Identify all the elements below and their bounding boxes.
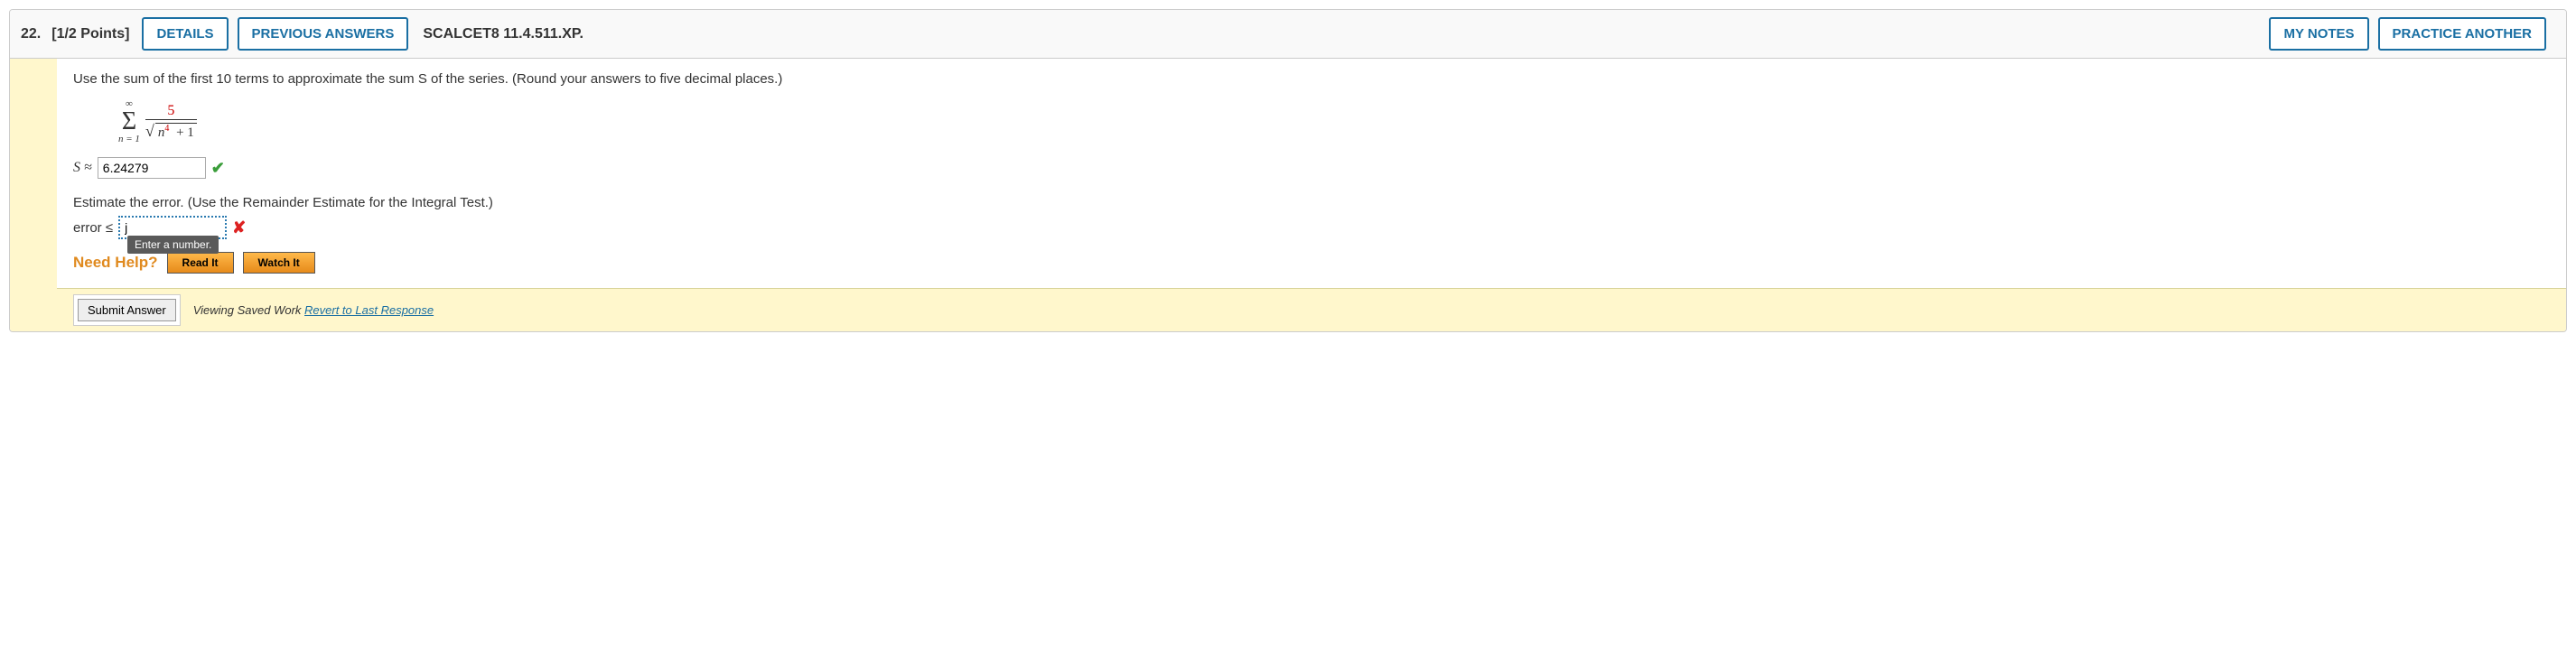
sigma-symbol: Σ	[122, 109, 136, 135]
my-notes-button[interactable]: MY NOTES	[2269, 17, 2368, 51]
fraction: 5 √ n4 + 1	[145, 103, 197, 141]
footer-band: Submit Answer Viewing Saved Work Revert …	[57, 288, 2566, 331]
sigma-notation: ∞ Σ n = 1	[118, 99, 140, 144]
error-label: error ≤	[73, 220, 113, 236]
question-body: Use the sum of the first 10 terms to app…	[57, 59, 2566, 331]
sigma-lower: n = 1	[118, 135, 140, 144]
help-row: Need Help? Read It Watch It	[73, 252, 2550, 274]
x-icon: ✘	[232, 218, 246, 237]
submit-wrap: Submit Answer	[73, 294, 181, 326]
question-reference: SCALCET8 11.4.511.XP.	[423, 26, 583, 42]
question-number: 22.	[21, 26, 41, 42]
series-formula: ∞ Σ n = 1 5 √ n4 + 1	[118, 99, 2550, 144]
revert-link[interactable]: Revert to Last Response	[304, 303, 434, 317]
need-help-label: Need Help?	[73, 254, 158, 272]
denominator: √ n4 + 1	[145, 120, 197, 141]
s-approx-input[interactable]	[98, 157, 206, 179]
practice-another-button[interactable]: PRACTICE ANOTHER	[2378, 17, 2546, 51]
saved-work-text: Viewing Saved Work Revert to Last Respon…	[193, 303, 434, 317]
answer-row-1: S ≈ ✔	[73, 157, 2550, 179]
instruction-text: Use the sum of the first 10 terms to app…	[73, 71, 2550, 87]
check-icon: ✔	[211, 159, 225, 178]
error-instruction: Estimate the error. (Use the Remainder E…	[73, 195, 2550, 210]
watch-it-button[interactable]: Watch It	[243, 252, 315, 274]
question-header: 22. [1/2 Points] DETAILS PREVIOUS ANSWER…	[10, 10, 2566, 59]
error-tooltip: Enter a number.	[127, 236, 219, 254]
details-button[interactable]: DETAILS	[142, 17, 228, 51]
question-container: 22. [1/2 Points] DETAILS PREVIOUS ANSWER…	[9, 9, 2567, 332]
answer-row-2: error ≤ ✘ Enter a number.	[73, 216, 2550, 239]
submit-answer-button[interactable]: Submit Answer	[78, 299, 176, 321]
side-accent	[10, 59, 57, 331]
numerator: 5	[162, 103, 180, 119]
points-label: [1/2 Points]	[51, 26, 129, 42]
read-it-button[interactable]: Read It	[167, 252, 234, 274]
s-approx-label: S ≈	[73, 160, 92, 176]
question-body-wrap: Use the sum of the first 10 terms to app…	[10, 59, 2566, 331]
previous-answers-button[interactable]: PREVIOUS ANSWERS	[238, 17, 409, 51]
